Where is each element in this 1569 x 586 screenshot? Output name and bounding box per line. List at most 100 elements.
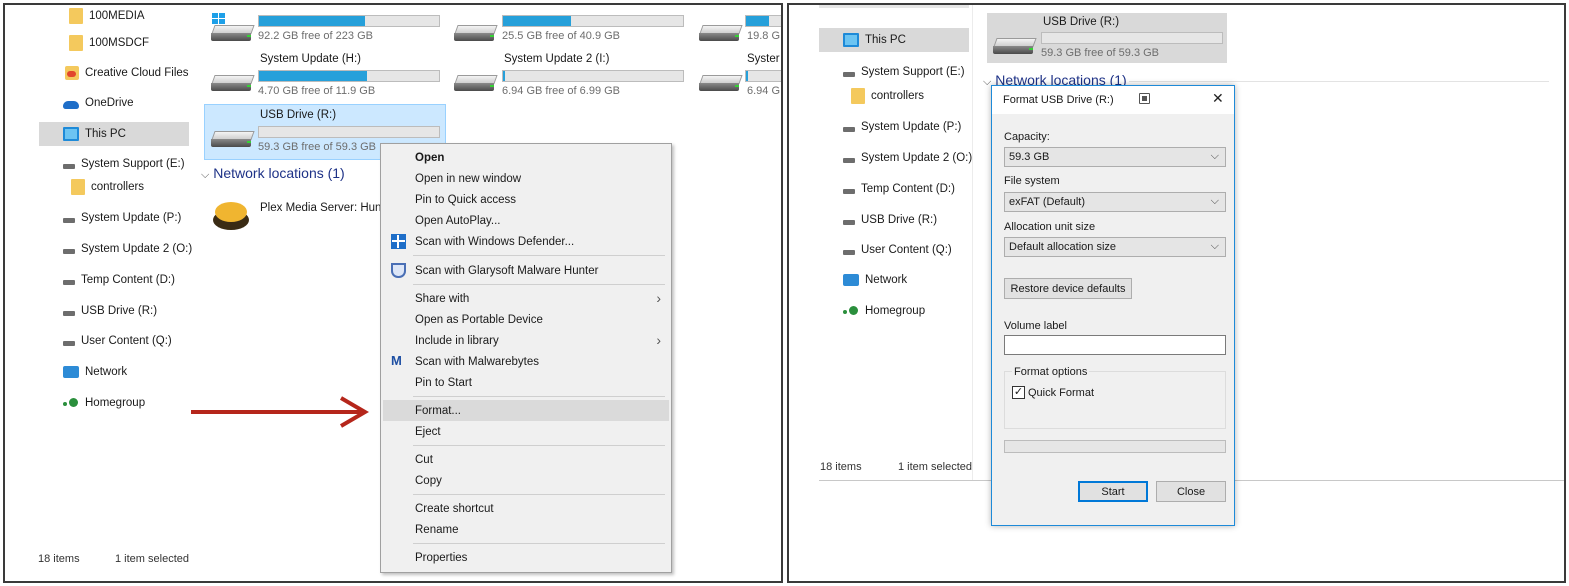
drive-icon [63,163,75,169]
menu-item-format[interactable]: Format... [383,400,669,421]
shield-icon [391,263,406,278]
drive-usage-bar [502,70,684,82]
nav-item-label: USB Drive (R:) [861,214,938,226]
menu-item-open-new-window[interactable]: Open in new window [383,168,669,189]
nav-item-label: 100MEDIA [89,10,145,22]
menu-item-open-portable-device[interactable]: Open as Portable Device [383,309,669,330]
menu-item-label: Format... [415,404,462,417]
network-item-label[interactable]: Plex Media Server: Hun [260,202,381,214]
menu-item-scan-glarysoft[interactable]: Scan with Glarysoft Malware Hunter [383,260,669,281]
menu-item-eject[interactable]: Eject [383,421,669,442]
hard-drive-icon [699,25,743,43]
nav-item-label: Network [865,274,908,286]
nav-item-network[interactable]: Network [63,361,127,383]
menu-item-share-with[interactable]: Share with › [383,288,669,309]
hard-drive-icon [211,75,255,93]
menu-item-properties[interactable]: Properties [383,547,669,568]
nav-item-system-update-p[interactable]: System Update (P:) [63,207,181,229]
nav-item-label: USB Drive (R:) [81,305,158,317]
nav-item-user-content[interactable]: User Content (Q:) [843,239,952,261]
nav-item-onedrive[interactable]: OneDrive [63,92,134,114]
section-divider [1129,81,1549,82]
chevron-right-icon: › [656,332,661,348]
menu-item-pin-start[interactable]: Pin to Start [383,372,669,393]
drive-icon [63,217,75,223]
nav-item-label: Homegroup [865,305,926,317]
onedrive-cloud-icon [63,100,79,109]
drive-usage-bar [258,15,440,27]
section-header-label: Network locations (1) [213,165,345,181]
menu-item-label: Create shortcut [415,502,494,515]
nav-item-usb-drive[interactable]: USB Drive (R:) [63,300,157,322]
drive-icon [843,71,855,77]
nav-item-label: This PC [85,128,126,140]
nav-item-user-content[interactable]: User Content (Q:) [63,330,172,352]
nav-item-creative-cloud[interactable]: Creative Cloud Files [65,62,189,84]
menu-item-copy[interactable]: Copy [383,470,669,491]
nav-item-temp-content[interactable]: Temp Content (D:) [843,178,955,200]
menu-item-rename[interactable]: Rename [383,519,669,540]
menu-item-create-shortcut[interactable]: Create shortcut [383,498,669,519]
nav-item-this-pc[interactable]: This PC [63,123,126,145]
menu-item-scan-malwarebytes[interactable]: M Scan with Malwarebytes [383,351,669,372]
nav-item-100msdcf[interactable]: 100MSDCF [69,32,149,54]
quick-format-checkbox[interactable]: ✓ [1012,386,1025,399]
allocation-value: Default allocation size [1009,241,1117,253]
nav-item-label: System Support (E:) [861,66,965,78]
drive-free-space: 59.3 GB free of 59.3 GB [1041,47,1160,59]
menu-item-open-autoplay[interactable]: Open AutoPlay... [383,210,669,231]
menu-item-label: Pin to Start [415,376,472,389]
nav-item-homegroup[interactable]: Homegroup [63,392,145,414]
drive-icon [843,249,855,255]
nav-item-system-update-2-o[interactable]: System Update 2 (O:) [843,147,972,169]
start-button[interactable]: Start [1078,481,1148,502]
explorer-window-right: This PC System Support (E:) controllers … [787,3,1566,583]
nav-item-label: User Content (Q:) [861,244,952,256]
folder-icon [69,35,83,51]
network-locations-header[interactable]: ⌵ Network locations (1) [201,165,345,182]
nav-item-temp-content[interactable]: Temp Content (D:) [63,269,175,291]
status-item-count: 18 items [38,553,80,565]
menu-item-open[interactable]: Open [383,147,669,168]
menu-separator [413,255,665,256]
nav-item-homegroup[interactable]: Homegroup [843,300,925,322]
nav-item-system-support[interactable]: System Support (E:) [63,153,185,175]
nav-item-controllers[interactable]: controllers [851,85,924,107]
drive-free-space: 25.5 GB free of 40.9 GB [502,30,621,42]
drive-free-space: 6.94 G [747,85,781,97]
allocation-select[interactable]: Default allocation size ⌵ [1004,237,1226,257]
volume-label-input[interactable] [1004,335,1226,355]
menu-item-label: Copy [415,474,442,487]
menu-item-pin-quick-access[interactable]: Pin to Quick access [383,189,669,210]
nav-item-100media[interactable]: 100MEDIA [69,5,145,27]
close-icon[interactable]: ✕ [1212,90,1224,107]
nav-item-usb-drive[interactable]: USB Drive (R:) [843,209,937,231]
hard-drive-icon [454,75,498,93]
nav-item-label: Creative Cloud Files [85,67,189,79]
nav-item-label: This PC [865,34,906,46]
nav-item-system-update-2-o[interactable]: System Update 2 (O:) [63,238,192,260]
menu-item-include-library[interactable]: Include in library › [383,330,669,351]
quick-format-label: Quick Format [1028,387,1095,399]
menu-item-scan-defender[interactable]: Scan with Windows Defender... [383,231,669,252]
network-icon [843,274,859,286]
menu-item-cut[interactable]: Cut [383,449,669,470]
drive-icon [843,188,855,194]
capacity-select[interactable]: 59.3 GB ⌵ [1004,147,1226,167]
nav-item-controllers[interactable]: controllers [71,176,144,198]
nav-item-network[interactable]: Network [843,269,907,291]
dialog-title: Format USB Drive (R:) [1003,94,1114,106]
nav-item-label: System Support (E:) [81,158,185,170]
nav-item-label: System Update 2 (O:) [861,152,973,164]
menu-item-label: Include in library [415,334,499,347]
nav-item-system-support[interactable]: System Support (E:) [843,61,965,83]
close-button[interactable]: Close [1156,481,1226,502]
computer-icon [843,33,859,47]
nav-item-system-update-p[interactable]: System Update (P:) [843,116,961,138]
nav-pane-divider [972,5,973,480]
dialog-titlebar[interactable]: Format USB Drive (R:) ✕ [992,86,1234,114]
nav-item-this-pc[interactable]: This PC [843,29,906,51]
format-options-group [1004,371,1226,429]
restore-defaults-button[interactable]: Restore device defaults [1004,278,1132,299]
filesystem-select[interactable]: exFAT (Default) ⌵ [1004,192,1226,212]
